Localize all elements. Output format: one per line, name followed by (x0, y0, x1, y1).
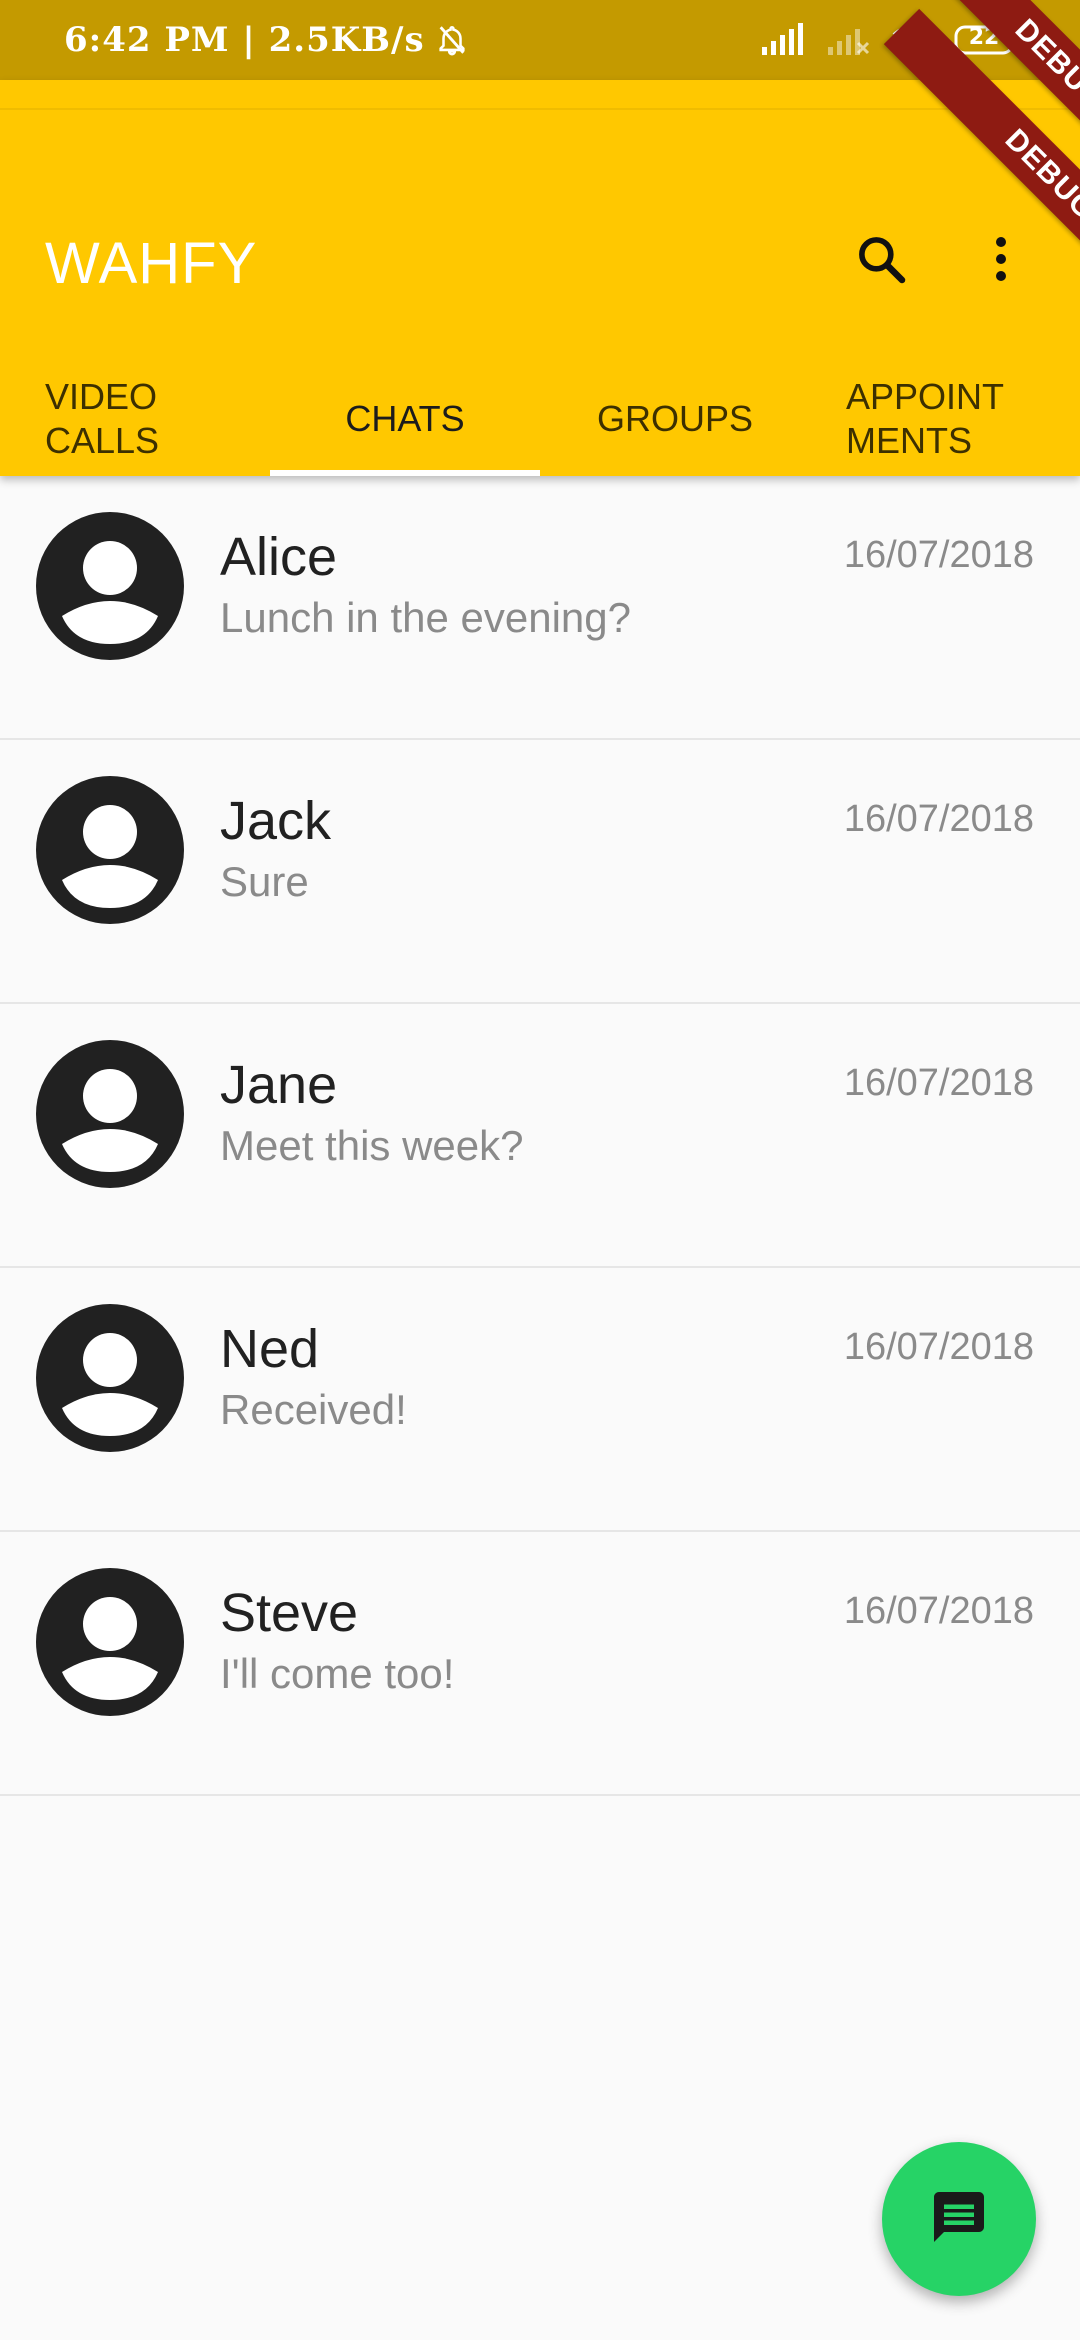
chat-name: Jane (220, 1055, 338, 1115)
chat-date: 16/07/2018 (843, 1326, 1034, 1368)
status-bar: 6:42 PM | 2.5KB/s 22 (0, 0, 1080, 80)
signal-off-icon (826, 23, 870, 57)
search-icon (853, 231, 909, 292)
app-bar-divider (0, 108, 1080, 110)
battery-level: 22 (968, 25, 1000, 50)
status-time-speed: 6:42 PM | 2.5KB/s (64, 20, 425, 60)
chat-list-item[interactable]: Alice Lunch in the evening? 16/07/2018 (0, 476, 1080, 740)
status-right: 22 (760, 23, 1020, 57)
chat-date: 16/07/2018 (843, 1062, 1034, 1104)
chat-list-item[interactable]: Jack Sure 16/07/2018 (0, 740, 1080, 1004)
battery-icon: 22 (954, 23, 1020, 57)
new-chat-fab[interactable] (882, 2142, 1036, 2296)
chat-list-item[interactable]: Jane Meet this week? 16/07/2018 (0, 1004, 1080, 1268)
chat-name: Alice (220, 527, 338, 587)
account-circle-icon (36, 512, 184, 660)
app-bar: WAHFY VIDEO CALLS CHATS GROUPS APPOINT M… (0, 80, 1080, 476)
chat-message: Meet this week? (220, 1122, 524, 1169)
app-title: WAHFY (45, 231, 258, 296)
chat-list-item[interactable]: Steve I'll come too! 16/07/2018 (0, 1532, 1080, 1796)
account-circle-icon (36, 1568, 184, 1716)
chat-name: Steve (220, 1583, 359, 1643)
wifi-icon (892, 23, 932, 57)
more-vert-icon (991, 234, 1011, 289)
chat-date: 16/07/2018 (843, 534, 1034, 576)
chat-date: 16/07/2018 (843, 1590, 1034, 1632)
tab-label: VIDEO CALLS (45, 376, 160, 461)
chat-message: I'll come too! (220, 1650, 455, 1697)
signal-icon (760, 23, 804, 57)
tab-appointments[interactable]: APPOINT MENTS (810, 362, 1080, 476)
chat-icon (929, 2187, 989, 2252)
tab-bar: VIDEO CALLS CHATS GROUPS APPOINT MENTS (0, 362, 1080, 476)
chat-name: Jack (220, 791, 332, 851)
tab-label: GROUPS (596, 398, 754, 439)
chat-message: Received! (220, 1386, 407, 1433)
more-options-button[interactable] (965, 225, 1037, 297)
tab-groups[interactable]: GROUPS (540, 362, 810, 476)
account-circle-icon (36, 776, 184, 924)
chat-message: Sure (220, 858, 309, 905)
status-left: 6:42 PM | 2.5KB/s (64, 20, 469, 60)
chat-list-item[interactable]: Ned Received! 16/07/2018 (0, 1268, 1080, 1532)
tab-label: APPOINT MENTS (846, 376, 1005, 461)
chat-name: Ned (220, 1319, 320, 1379)
chat-date: 16/07/2018 (843, 798, 1034, 840)
chat-list: Alice Lunch in the evening? 16/07/2018 J… (0, 476, 1080, 1796)
account-circle-icon (36, 1304, 184, 1452)
tab-label: CHATS (345, 398, 465, 439)
account-circle-icon (36, 1040, 184, 1188)
search-button[interactable] (845, 225, 917, 297)
bell-muted-icon (435, 23, 469, 57)
tab-video-calls[interactable]: VIDEO CALLS (0, 362, 270, 476)
tab-chats[interactable]: CHATS (270, 362, 540, 476)
chat-message: Lunch in the evening? (220, 594, 631, 641)
